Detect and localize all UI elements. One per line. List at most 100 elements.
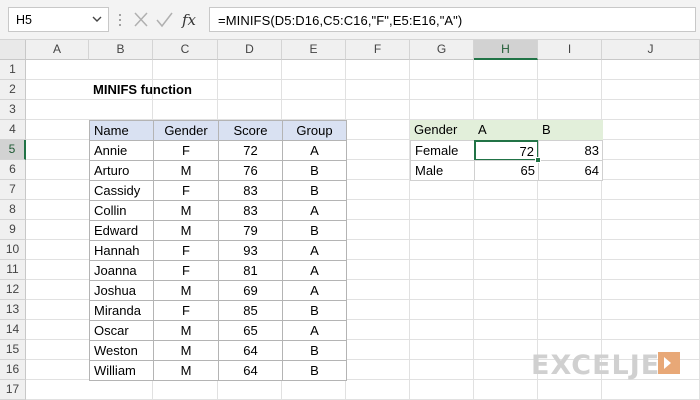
table-cell[interactable]: 76 bbox=[218, 160, 283, 181]
table-cell[interactable]: Edward bbox=[89, 220, 154, 241]
table-cell[interactable]: Annie bbox=[89, 140, 154, 161]
table-header[interactable]: Gender bbox=[153, 120, 219, 141]
row-header-12[interactable]: 12 bbox=[0, 280, 26, 300]
row-header-14[interactable]: 14 bbox=[0, 320, 26, 340]
summary-cell[interactable]: Male bbox=[410, 160, 475, 181]
table-cell[interactable]: Joanna bbox=[89, 260, 154, 281]
table-cell[interactable]: A bbox=[282, 240, 347, 261]
table-cell[interactable]: M bbox=[153, 220, 219, 241]
table-cell[interactable]: A bbox=[282, 260, 347, 281]
table-cell[interactable]: 79 bbox=[218, 220, 283, 241]
table-cell[interactable]: 83 bbox=[218, 180, 283, 201]
formula-input[interactable]: =MINIFS(D5:D16,C5:C16,"F",E5:E16,"A") bbox=[209, 7, 696, 32]
row-header-9[interactable]: 9 bbox=[0, 220, 26, 240]
insert-function-icon[interactable]: fx bbox=[181, 11, 197, 29]
summary-header[interactable]: A bbox=[474, 120, 539, 141]
table-cell[interactable]: M bbox=[153, 200, 219, 221]
table-cell[interactable]: F bbox=[153, 140, 219, 161]
drag-handle-icon[interactable] bbox=[118, 12, 122, 28]
select-all-corner[interactable] bbox=[0, 40, 26, 60]
table-cell[interactable]: M bbox=[153, 360, 219, 381]
table-cell[interactable]: 85 bbox=[218, 300, 283, 321]
table-cell[interactable]: M bbox=[153, 320, 219, 341]
row-header-5[interactable]: 5 bbox=[0, 140, 26, 160]
table-cell[interactable]: 64 bbox=[218, 360, 283, 381]
table-cell[interactable]: Oscar bbox=[89, 320, 154, 341]
table-cell[interactable]: 81 bbox=[218, 260, 283, 281]
active-cell[interactable]: 72 bbox=[474, 140, 539, 161]
table-cell[interactable]: 65 bbox=[218, 320, 283, 341]
table-cell[interactable]: F bbox=[153, 260, 219, 281]
table-header[interactable]: Group bbox=[282, 120, 347, 141]
table-cell[interactable]: A bbox=[282, 280, 347, 301]
row-header-13[interactable]: 13 bbox=[0, 300, 26, 320]
row-header-15[interactable]: 15 bbox=[0, 340, 26, 360]
cancel-icon[interactable] bbox=[134, 12, 148, 27]
row-header-11[interactable]: 11 bbox=[0, 260, 26, 280]
table-cell[interactable]: B bbox=[282, 220, 347, 241]
table-cell[interactable]: M bbox=[153, 280, 219, 301]
table-cell[interactable]: William bbox=[89, 360, 154, 381]
table-cell[interactable]: 64 bbox=[218, 340, 283, 361]
column-header-f[interactable]: F bbox=[346, 40, 410, 60]
summary-header[interactable]: Gender bbox=[410, 120, 475, 141]
row-header-2[interactable]: 2 bbox=[0, 80, 26, 100]
fill-handle[interactable] bbox=[535, 157, 541, 163]
column-header-b[interactable]: B bbox=[89, 40, 153, 60]
table-cell[interactable]: B bbox=[282, 180, 347, 201]
table-cell[interactable]: B bbox=[282, 300, 347, 321]
row-header-1[interactable]: 1 bbox=[0, 60, 26, 80]
row-header-6[interactable]: 6 bbox=[0, 160, 26, 180]
table-cell[interactable]: B bbox=[282, 160, 347, 181]
table-cell[interactable]: M bbox=[153, 160, 219, 181]
table-cell[interactable]: 93 bbox=[218, 240, 283, 261]
summary-cell[interactable]: 83 bbox=[538, 140, 603, 161]
table-cell[interactable]: Weston bbox=[89, 340, 154, 361]
row-header-8[interactable]: 8 bbox=[0, 200, 26, 220]
column-header-e[interactable]: E bbox=[282, 40, 346, 60]
gridline-vertical bbox=[409, 60, 410, 400]
table-cell[interactable]: M bbox=[153, 340, 219, 361]
summary-cell[interactable]: Female bbox=[410, 140, 475, 161]
column-header-g[interactable]: G bbox=[410, 40, 474, 60]
column-header-h[interactable]: H bbox=[474, 40, 538, 60]
table-cell[interactable]: Hannah bbox=[89, 240, 154, 261]
table-cell[interactable]: A bbox=[282, 200, 347, 221]
table-cell[interactable]: B bbox=[282, 340, 347, 361]
table-header[interactable]: Score bbox=[218, 120, 283, 141]
row-header-4[interactable]: 4 bbox=[0, 120, 26, 140]
row-header-3[interactable]: 3 bbox=[0, 100, 26, 120]
table-cell[interactable]: Cassidy bbox=[89, 180, 154, 201]
table-cell[interactable]: 72 bbox=[218, 140, 283, 161]
row-header-17[interactable]: 17 bbox=[0, 380, 26, 400]
table-cell[interactable]: Joshua bbox=[89, 280, 154, 301]
chevron-down-icon[interactable] bbox=[90, 11, 104, 27]
table-cell[interactable]: F bbox=[153, 300, 219, 321]
table-cell[interactable]: 69 bbox=[218, 280, 283, 301]
table-cell[interactable]: 83 bbox=[218, 200, 283, 221]
table-cell[interactable]: A bbox=[282, 140, 347, 161]
column-header-d[interactable]: D bbox=[218, 40, 282, 60]
table-cell[interactable]: Collin bbox=[89, 200, 154, 221]
row-header-16[interactable]: 16 bbox=[0, 360, 26, 380]
formula-bar: H5 fx =MINIFS(D5:D16,C5:C16,"F",E5:E16,"… bbox=[0, 0, 700, 40]
table-cell[interactable]: A bbox=[282, 320, 347, 341]
column-header-j[interactable]: J bbox=[602, 40, 700, 60]
row-header-7[interactable]: 7 bbox=[0, 180, 26, 200]
check-icon[interactable] bbox=[156, 12, 173, 28]
table-header[interactable]: Name bbox=[89, 120, 154, 141]
gridline-vertical bbox=[473, 60, 474, 400]
table-cell[interactable]: B bbox=[282, 360, 347, 381]
table-cell[interactable]: Arturo bbox=[89, 160, 154, 181]
summary-header[interactable]: B bbox=[538, 120, 603, 141]
column-header-c[interactable]: C bbox=[153, 40, 218, 60]
name-box[interactable]: H5 bbox=[8, 7, 109, 32]
row-header-10[interactable]: 10 bbox=[0, 240, 26, 260]
table-cell[interactable]: Miranda bbox=[89, 300, 154, 321]
table-cell[interactable]: F bbox=[153, 240, 219, 261]
summary-cell[interactable]: 65 bbox=[474, 160, 539, 181]
column-header-a[interactable]: A bbox=[26, 40, 89, 60]
column-header-i[interactable]: I bbox=[538, 40, 602, 60]
table-cell[interactable]: F bbox=[153, 180, 219, 201]
summary-cell[interactable]: 64 bbox=[538, 160, 603, 181]
